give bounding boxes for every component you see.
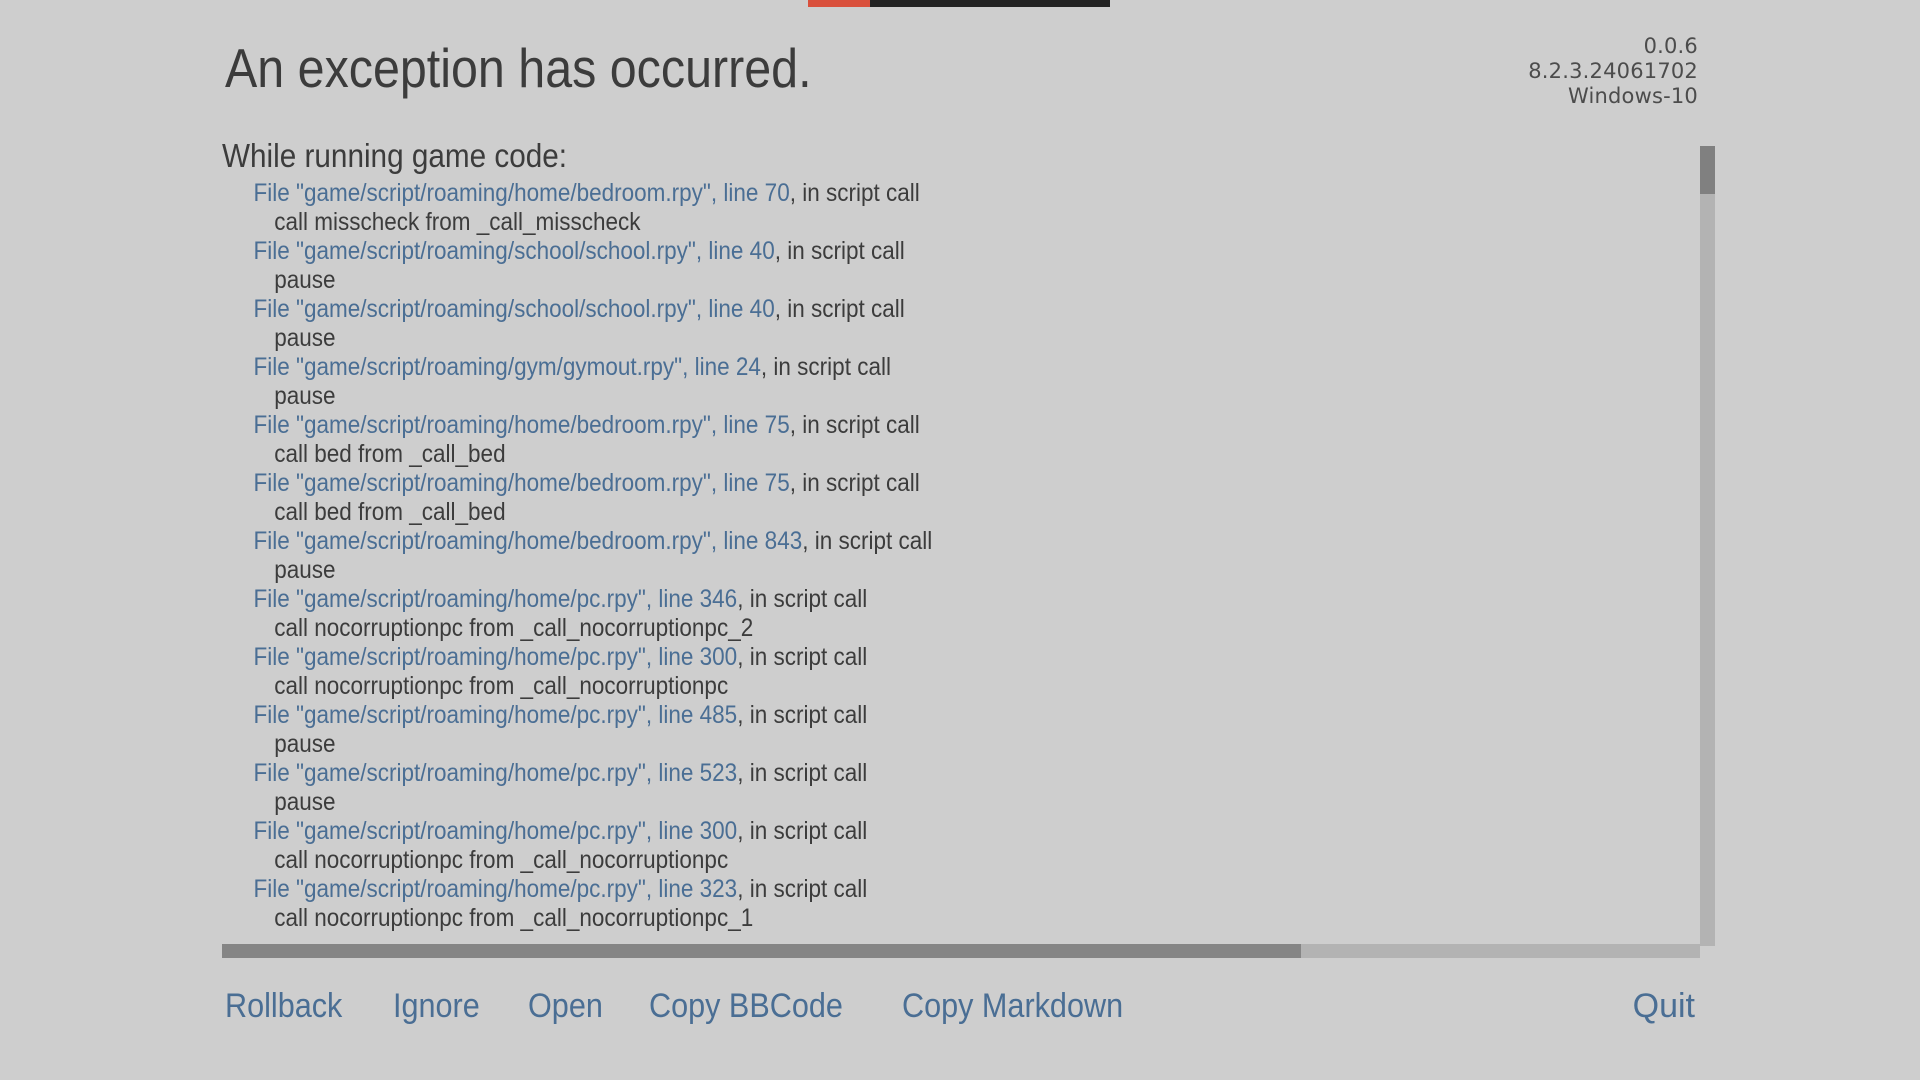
traceback-file-link[interactable]: File "game/script/roaming/home/pc.rpy", … [254,875,738,903]
traceback-file-suffix: , in script call [737,817,868,845]
horizontal-scrollbar[interactable] [222,944,1700,958]
traceback-code-line: call nocorruptionpc from _call_nocorrupt… [274,672,729,700]
traceback-frame: File "game/script/roaming/home/pc.rpy", … [222,701,1011,759]
traceback-frame: File "game/script/roaming/home/pc.rpy", … [222,643,1011,701]
traceback-file-suffix: , in script call [774,295,905,323]
traceback-code-line: pause [274,266,336,294]
traceback-file-line: File "game/script/roaming/home/pc.rpy", … [222,643,932,672]
traceback-file-suffix: , in script call [774,237,905,265]
traceback-file-suffix: , in script call [760,353,891,381]
button-bar-left-group: Rollback Ignore Open Copy BBCode Copy Ma… [225,978,1148,1034]
traceback-code-line: call nocorruptionpc from _call_nocorrupt… [274,614,754,642]
traceback-file-link[interactable]: File "game/script/roaming/home/pc.rpy", … [254,759,738,787]
game-version: 0.0.6 [1643,34,1698,58]
traceback-frame: File "game/script/roaming/home/bedroom.r… [222,527,1011,585]
traceback-frame: File "game/script/roaming/school/school.… [222,237,1011,295]
traceback-file-link[interactable]: File "game/script/roaming/home/pc.rpy", … [254,643,738,671]
traceback-file-line: File "game/script/roaming/school/school.… [222,237,932,266]
traceback-file-link[interactable]: File "game/script/roaming/home/pc.rpy", … [254,701,738,729]
traceback-content: While running game code: File "game/scri… [222,136,1011,933]
traceback-frame: File "game/script/roaming/home/pc.rpy", … [222,585,1011,643]
traceback-frame: File "game/script/roaming/home/bedroom.r… [222,179,1011,237]
traceback-file-suffix: , in script call [737,643,868,671]
traceback-frame: File "game/script/roaming/home/pc.rpy", … [222,817,1011,875]
traceback-code-line: pause [274,788,336,816]
traceback-file-line: File "game/script/roaming/home/pc.rpy", … [222,875,932,904]
traceback-code-line: call misscheck from _call_misscheck [274,208,641,236]
traceback-code-line: call bed from _call_bed [274,498,506,526]
traceback-file-link[interactable]: File "game/script/roaming/school/school.… [254,237,775,265]
traceback-file-suffix: , in script call [737,875,868,903]
top-progress-strip [808,0,1110,7]
traceback-frame: File "game/script/roaming/home/bedroom.r… [222,469,1011,527]
traceback-file-link[interactable]: File "game/script/roaming/home/pc.rpy", … [254,585,738,613]
traceback-frame: File "game/script/roaming/school/school.… [222,295,1011,353]
traceback-file-line: File "game/script/roaming/home/bedroom.r… [222,411,932,440]
traceback-file-suffix: , in script call [737,585,868,613]
traceback-code-line: pause [274,730,336,758]
traceback-frame: File "game/script/roaming/gym/gymout.rpy… [222,353,1011,411]
traceback-code-line: pause [274,324,336,352]
traceback-file-link[interactable]: File "game/script/roaming/home/bedroom.r… [254,469,790,497]
copy-bbcode-button[interactable]: Copy BBCode [649,986,843,1026]
traceback-frame: File "game/script/roaming/home/pc.rpy", … [222,759,1011,817]
traceback-file-link[interactable]: File "game/script/roaming/school/school.… [254,295,775,323]
traceback-file-link[interactable]: File "game/script/roaming/home/bedroom.r… [254,527,803,555]
traceback-code-line: call nocorruptionpc from _call_nocorrupt… [274,846,729,874]
traceback-frame: File "game/script/roaming/home/bedroom.r… [222,411,1011,469]
rollback-button[interactable]: Rollback [225,986,342,1026]
button-bar: Rollback Ignore Open Copy BBCode Copy Ma… [225,978,1695,1034]
traceback-file-line: File "game/script/roaming/home/bedroom.r… [222,469,932,498]
top-strip-dark-segment [870,0,1110,7]
traceback-file-suffix: , in script call [737,701,868,729]
open-button[interactable]: Open [528,986,603,1026]
engine-version: 8.2.3.24061702 [1528,59,1698,83]
vertical-scrollbar-thumb[interactable] [1700,146,1715,194]
traceback-file-link[interactable]: File "game/script/roaming/home/bedroom.r… [254,411,790,439]
traceback-file-link[interactable]: File "game/script/roaming/gym/gymout.rpy… [254,353,761,381]
traceback-scroll-viewport[interactable]: While running game code: File "game/scri… [222,136,1667,946]
traceback-file-link[interactable]: File "game/script/roaming/home/bedroom.r… [254,179,790,207]
traceback-code-line: pause [274,382,336,410]
quit-button[interactable]: Quit [1633,986,1695,1026]
traceback-file-line: File "game/script/roaming/home/pc.rpy", … [222,585,932,614]
traceback-file-suffix: , in script call [789,411,920,439]
top-strip-accent-segment [808,0,870,7]
traceback-file-line: File "game/script/roaming/home/pc.rpy", … [222,701,932,730]
traceback-file-link[interactable]: File "game/script/roaming/home/pc.rpy", … [254,817,738,845]
copy-markdown-button[interactable]: Copy Markdown [902,986,1123,1026]
ignore-button[interactable]: Ignore [393,986,480,1026]
traceback-file-line: File "game/script/roaming/home/bedroom.r… [222,179,932,208]
vertical-scrollbar[interactable] [1700,146,1715,946]
traceback-file-line: File "game/script/roaming/home/pc.rpy", … [222,817,932,846]
traceback-heading: While running game code: [222,137,568,174]
traceback-file-suffix: , in script call [789,179,920,207]
traceback-code-line: call nocorruptionpc from _call_nocorrupt… [274,904,754,932]
traceback-file-suffix: , in script call [789,469,920,497]
traceback-file-suffix: , in script call [737,759,868,787]
page-title: An exception has occurred. [225,37,812,99]
button-bar-right-group: Quit [1633,978,1695,1034]
version-info: 0.0.6 8.2.3.24061702 Windows-10 [1528,34,1698,109]
traceback-file-line: File "game/script/roaming/home/pc.rpy", … [222,759,932,788]
traceback-file-line: File "game/script/roaming/school/school.… [222,295,932,324]
traceback-file-line: File "game/script/roaming/gym/gymout.rpy… [222,353,932,382]
traceback-file-line: File "game/script/roaming/home/bedroom.r… [222,527,933,556]
traceback-file-suffix: , in script call [802,527,933,555]
traceback-frame: File "game/script/roaming/home/pc.rpy", … [222,875,1011,933]
traceback-code-line: call bed from _call_bed [274,440,506,468]
traceback-code-line: pause [274,556,336,584]
traceback-frame-list: File "game/script/roaming/home/bedroom.r… [222,179,1011,933]
platform-name: Windows-10 [1567,84,1698,108]
horizontal-scrollbar-thumb[interactable] [222,944,1301,958]
